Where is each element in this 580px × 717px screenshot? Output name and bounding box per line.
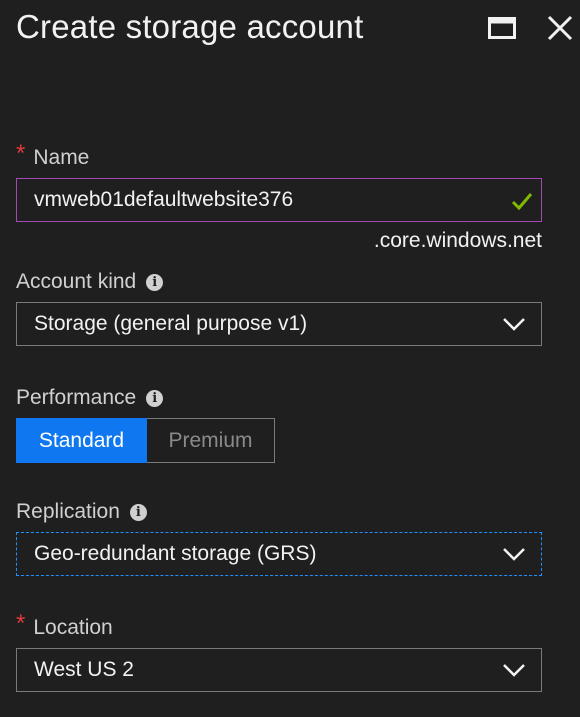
replication-select[interactable]: Geo-redundant storage (GRS) [16, 532, 542, 576]
name-input[interactable]: vmweb01defaultwebsite376 [16, 178, 542, 222]
performance-toggle[interactable]: Standard Premium [16, 418, 275, 463]
account-kind-label: Account kind [16, 270, 137, 293]
account-kind-select[interactable]: Storage (general purpose v1) [16, 302, 542, 346]
name-domain-suffix: .core.windows.net [373, 229, 542, 252]
performance-label: Performance [16, 386, 137, 409]
required-asterisk: * [16, 610, 26, 637]
name-label: Name [33, 146, 90, 169]
page-title: Create storage account [16, 8, 364, 45]
performance-option-standard[interactable]: Standard [16, 418, 147, 463]
location-label-row: * Location [16, 610, 113, 642]
maximize-button[interactable] [486, 12, 518, 44]
replication-label-row: Replication i [16, 500, 147, 524]
required-asterisk: * [16, 140, 26, 167]
close-button[interactable] [544, 12, 576, 44]
chevron-down-icon [503, 664, 525, 677]
location-select[interactable]: West US 2 [16, 648, 542, 692]
chevron-down-icon [503, 548, 525, 561]
checkmark-icon [511, 193, 533, 211]
chevron-down-icon [503, 318, 525, 331]
performance-option-premium[interactable]: Premium [147, 419, 274, 462]
info-icon[interactable]: i [146, 273, 164, 291]
name-label-row: * Name [16, 140, 90, 172]
close-icon [547, 15, 573, 41]
info-icon[interactable]: i [146, 389, 164, 407]
info-icon[interactable]: i [129, 503, 147, 521]
replication-value: Geo-redundant storage (GRS) [34, 542, 317, 565]
location-value: West US 2 [34, 658, 134, 681]
replication-label: Replication [16, 500, 120, 523]
location-label: Location [33, 616, 113, 639]
name-input-value: vmweb01defaultwebsite376 [34, 188, 294, 211]
account-kind-label-row: Account kind i [16, 270, 164, 294]
performance-label-row: Performance i [16, 386, 164, 410]
account-kind-value: Storage (general purpose v1) [34, 312, 308, 335]
maximize-icon [488, 17, 516, 39]
